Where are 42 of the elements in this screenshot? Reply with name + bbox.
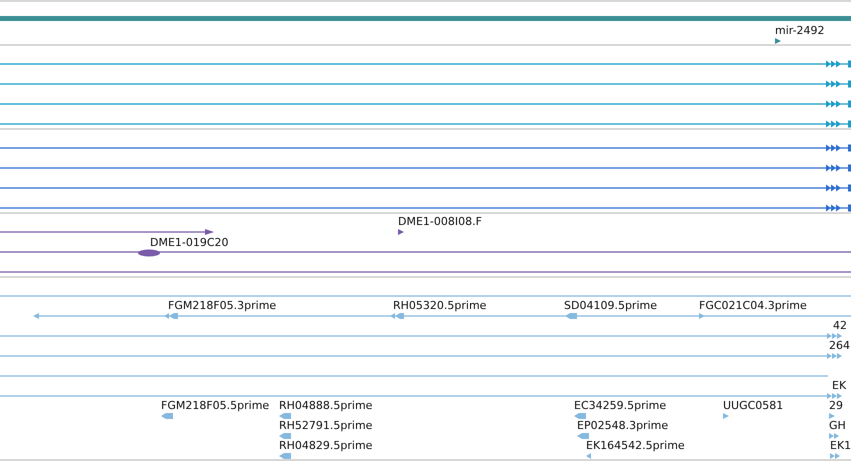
feature-label[interactable]: EK1 <box>830 439 851 452</box>
feature-arrow-icon <box>586 453 591 459</box>
feature-label[interactable]: FGM218F05.5prime <box>161 399 270 412</box>
feature-arrow-icon <box>829 413 835 419</box>
feature-arrow-icon <box>161 413 173 419</box>
feature-label[interactable]: RH52791.5prime <box>279 419 372 432</box>
feature-arrow-icon <box>565 313 577 319</box>
feature-arrow-icon <box>398 229 404 235</box>
feature-arrow-icon <box>390 313 404 319</box>
feature-label[interactable]: GH <box>829 419 846 432</box>
feature-label[interactable]: FGC021C04.3prime <box>699 299 807 312</box>
feature-arrow-icon <box>829 433 839 439</box>
feature-arrow-icon <box>827 393 842 399</box>
feature-arrow-icon <box>279 413 291 419</box>
feature-arrow-icon <box>775 38 781 44</box>
feature-label[interactable]: RH05320.5prime <box>393 299 486 312</box>
feature-label[interactable]: EK164542.5prime <box>586 439 685 452</box>
feature-label[interactable]: mir-2492 <box>775 24 825 37</box>
feature-label[interactable]: 264 <box>829 339 850 352</box>
feature-block-icon <box>138 250 160 256</box>
feature-label[interactable]: 29 <box>829 399 843 412</box>
feature-label[interactable]: EP02548.3prime <box>577 419 668 432</box>
feature-label[interactable]: 42 <box>833 319 847 332</box>
feature-arrow-icon <box>699 313 705 319</box>
feature-arrow-icon <box>279 453 291 459</box>
feature-arrow-icon <box>723 413 729 419</box>
feature-arrow-icon <box>164 313 178 319</box>
feature-label[interactable]: UUGC0581 <box>723 399 784 412</box>
feature-arrow-icon <box>830 453 840 459</box>
feature-label[interactable]: RH04888.5prime <box>279 399 372 412</box>
feature-arrow-icon <box>574 413 586 419</box>
feature-arrow-icon <box>279 433 291 439</box>
feature-arrow-icon <box>827 333 842 339</box>
feature-arrow-icon <box>577 433 589 439</box>
feature-label[interactable]: FGM218F05.3prime <box>168 299 276 312</box>
feature-arrow-icon <box>827 353 842 359</box>
feature-label[interactable]: EC34259.5prime <box>574 399 666 412</box>
feature-label[interactable]: DME1-008I08.F <box>398 215 482 228</box>
feature-label[interactable]: DME1-019C20 <box>150 236 229 249</box>
feature-label[interactable]: SD04109.5prime <box>564 299 657 312</box>
feature-label[interactable]: EK <box>832 379 846 392</box>
feature-label[interactable]: RH04829.5prime <box>279 439 372 452</box>
